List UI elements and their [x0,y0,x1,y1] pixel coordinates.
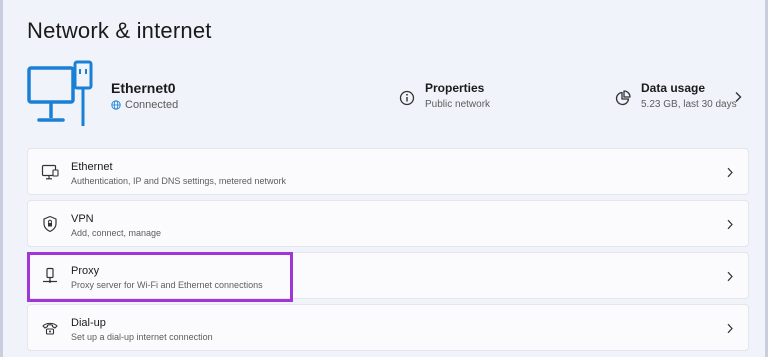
settings-item-title: Proxy [71,265,100,277]
settings-item-description: Set up a dial-up internet connection [71,332,213,342]
settings-item-proxy[interactable]: Proxy Proxy server for Wi-Fi and Etherne… [27,252,749,299]
data-usage-subtitle: 5.23 GB, last 30 days [641,99,737,110]
settings-window: Network & internet Ethernet0 Connected P… [0,0,768,357]
proxy-icon [43,267,57,283]
chevron-right-icon [727,219,733,230]
data-usage-title: Data usage [641,81,706,95]
monitor-ethernet-icon [27,60,93,126]
properties-subtitle: Public network [425,99,491,110]
connection-name: Ethernet0 [111,80,176,96]
settings-item-title: Ethernet [71,161,113,173]
globe-icon [111,100,121,110]
connection-status-label: Connected [125,99,179,111]
settings-item-vpn[interactable]: VPN Add, connect, manage [27,200,749,247]
pie-chart-icon [615,90,631,106]
page-title: Network & internet [27,18,212,43]
chevron-right-icon [727,271,733,282]
settings-item-description: Add, connect, manage [71,228,162,238]
properties-button[interactable]: Properties Public network [399,81,490,110]
dialup-icon [42,322,58,335]
ethernet-icon [41,164,59,180]
settings-item-description: Proxy server for Wi-Fi and Ethernet conn… [71,280,263,290]
chevron-right-icon[interactable] [733,91,743,103]
settings-item-dial-up[interactable]: Dial-up Set up a dial-up internet connec… [27,304,749,351]
settings-item-title: VPN [71,213,94,225]
shield-icon [43,215,57,233]
data-usage-button[interactable]: Data usage 5.23 GB, last 30 days [615,81,737,110]
connection-status: Connected [111,99,178,111]
connection-header: Ethernet0 Connected Properties Public ne… [27,58,749,138]
info-icon [399,90,415,106]
chevron-right-icon [727,167,733,178]
settings-item-title: Dial-up [71,317,106,329]
chevron-right-icon [727,323,733,334]
settings-item-description: Authentication, IP and DNS settings, met… [71,176,286,186]
settings-item-ethernet[interactable]: Ethernet Authentication, IP and DNS sett… [27,148,749,195]
properties-title: Properties [425,81,485,95]
